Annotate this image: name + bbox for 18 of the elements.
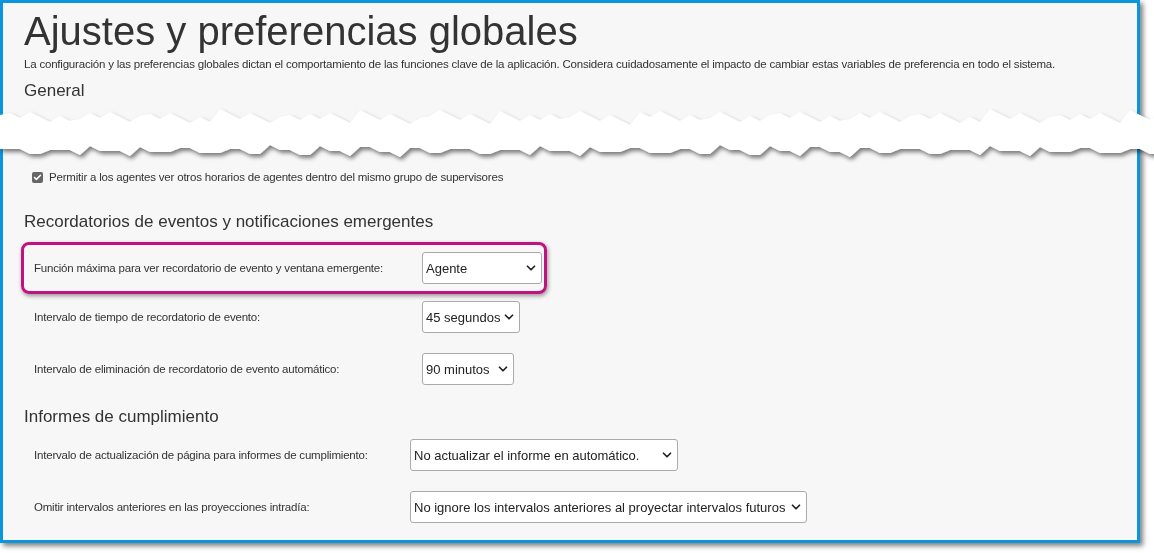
section-heading: General <box>24 80 86 102</box>
setting-label: Intervalo de tiempo de recordatorio de evento: <box>34 309 262 325</box>
checkbox-label: Permitir a los agentes ver otros horarios de agentes dentro del mismo grupo de supervisores <box>49 170 504 185</box>
dropdown-select[interactable]: No ignore los intervalos anteriores al proyectar intervalos futuros <box>410 491 807 524</box>
setting-label: Función máxima para ver recordatorio de evento y ventana emergente: <box>34 260 385 276</box>
check-icon <box>33 173 42 183</box>
section-heading: Informes de cumplimiento <box>24 406 220 429</box>
page-description: La configuración y las preferencias globales dictan el comportamiento de las funciones clave de la aplicación. Considera cuidadosamente el impacto de cambiar estas variables de preferencia en todo el sistema. <box>24 57 1057 72</box>
setting-label: Omitir intervalos anteriores en las proyecciones intradía: <box>34 499 311 515</box>
dropdown-select[interactable]: No actualizar el informe en automático. <box>410 439 678 472</box>
checkbox[interactable] <box>32 172 43 184</box>
dropdown-select[interactable]: 90 minutos <box>422 353 514 386</box>
setting-label: Intervalo de eliminación de recordatorio de evento automático: <box>34 361 341 377</box>
dropdown-select[interactable]: 45 segundos <box>422 301 521 334</box>
dropdown-select[interactable]: Agente <box>422 252 542 285</box>
setting-label: Intervalo de actualización de página para informes de cumplimiento: <box>34 447 369 463</box>
page-title: Ajustes y preferencias globales <box>24 8 579 55</box>
section-heading: Recordatorios de eventos y notificaciones emergentes <box>24 211 435 234</box>
